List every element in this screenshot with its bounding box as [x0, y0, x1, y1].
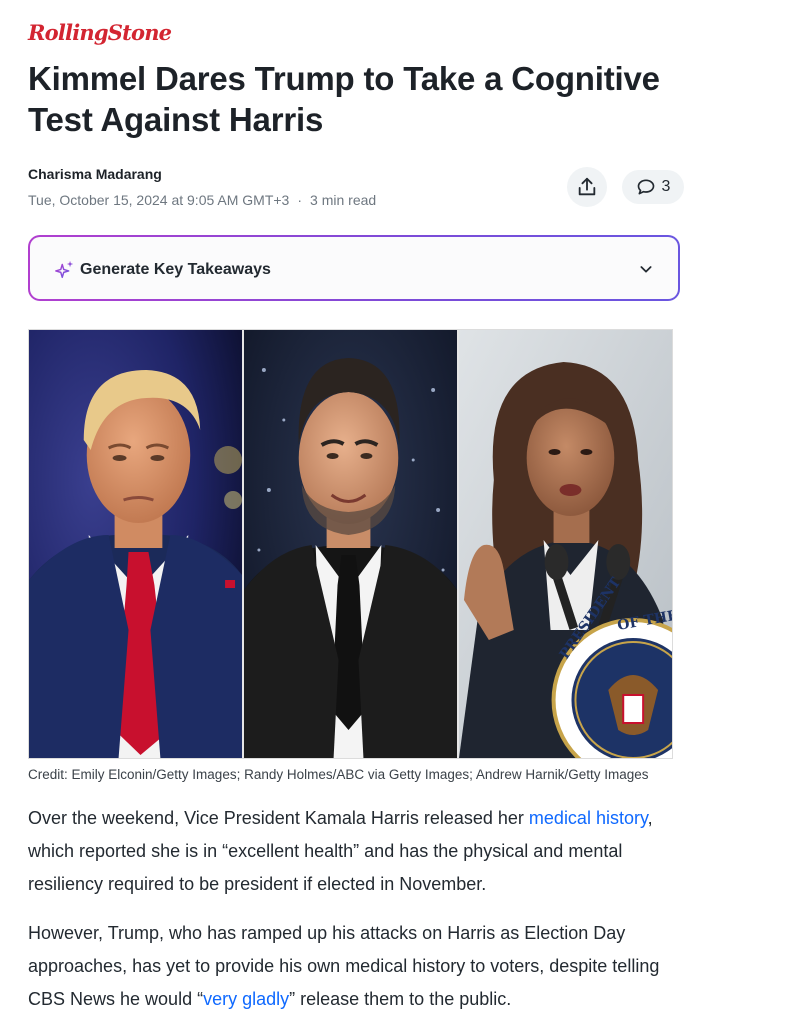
publish-date: Tue, October 15, 2024 at 9:05 AM GMT+3	[28, 192, 290, 208]
takeaways-label: Generate Key Takeaways	[80, 261, 271, 278]
share-icon	[578, 177, 596, 196]
generate-key-takeaways-button[interactable]: Generate Key Takeaways	[28, 235, 680, 301]
author-name[interactable]: Charisma Madarang	[28, 166, 162, 182]
read-time: 3 min read	[310, 192, 377, 208]
body-paragraph-2: However, Trump, who has ramped up his at…	[28, 917, 678, 1016]
share-button[interactable]	[567, 167, 607, 207]
comment-count: 3	[661, 178, 671, 195]
article-meta: Tue, October 15, 2024 at 9:05 AM GMT+3 · 3…	[28, 192, 376, 208]
medical-history-link[interactable]: medical history	[529, 808, 648, 828]
comments-button[interactable]: 3	[622, 170, 684, 204]
sparkle-icon	[55, 260, 74, 279]
p1-text-start: Over the weekend, Vice President Kamala …	[28, 808, 529, 828]
comment-icon	[637, 179, 654, 195]
image-credit: Credit: Emily Elconin/Getty Images; Rand…	[28, 767, 649, 782]
photo-panel-kimmel	[244, 330, 457, 758]
rolling-stone-logo[interactable]: RollingStone	[28, 20, 172, 45]
very-gladly-link[interactable]: very gladly	[203, 989, 289, 1009]
meta-separator: ·	[297, 192, 303, 208]
article-image[interactable]: PRESIDENT OF THE U	[28, 329, 673, 759]
body-paragraph-1: Over the weekend, Vice President Kamala …	[28, 802, 678, 901]
chevron-down-icon	[640, 266, 652, 273]
photo-panel-trump	[29, 330, 242, 758]
photo-panel-harris: PRESIDENT OF THE U	[459, 330, 672, 758]
p2-text-end: ” release them to the public.	[289, 989, 512, 1009]
article-title: Kimmel Dares Trump to Take a Cognitive T…	[28, 60, 660, 138]
